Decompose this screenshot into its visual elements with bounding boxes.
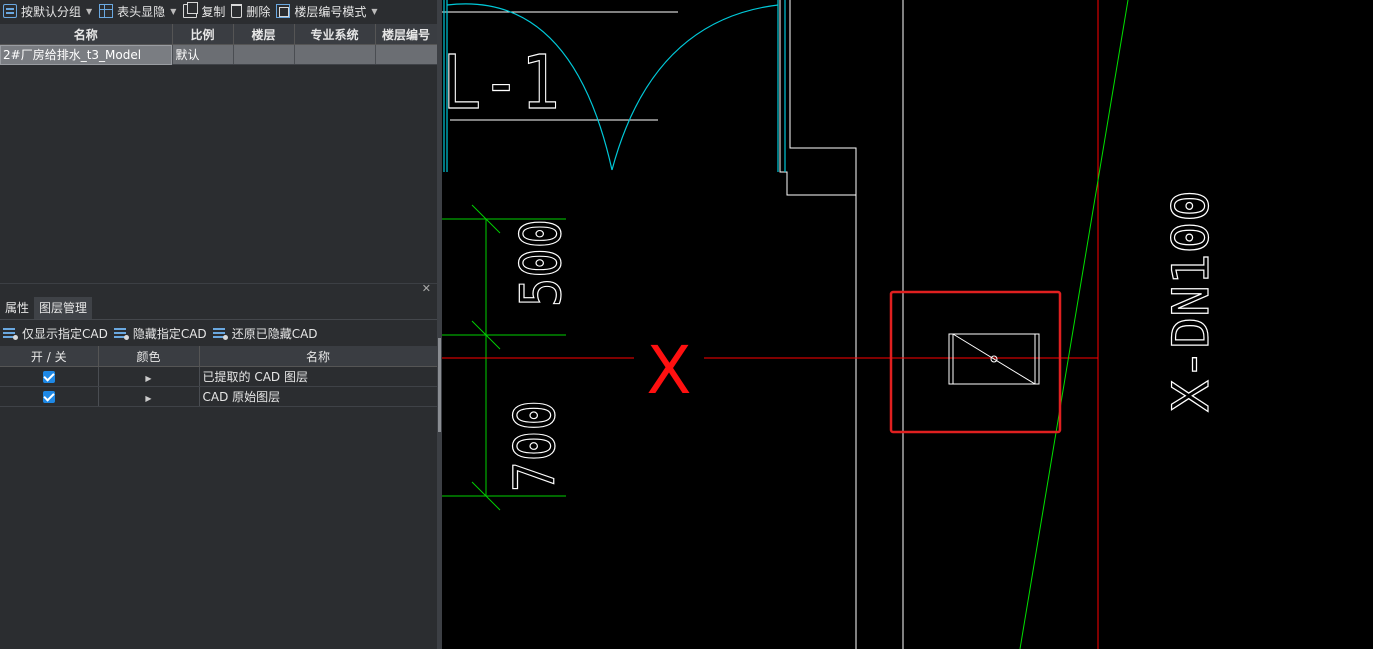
restore-cad-label: 还原已隐藏CAD (231, 326, 318, 341)
layer-visible-checkbox[interactable] (42, 391, 55, 403)
expand-arrow-icon[interactable]: ▶ (145, 374, 151, 383)
show-only-cad-button[interactable]: 仅显示指定CAD (0, 322, 111, 344)
expand-arrow-icon[interactable]: ▶ (145, 394, 151, 403)
layer-name-cell[interactable]: CAD 原始图层 (199, 386, 437, 407)
hide-cad-button[interactable]: 隐藏指定CAD (111, 322, 210, 344)
table-row[interactable]: ▶ 已提取的 CAD 图层 (0, 366, 437, 387)
cell-floor-number[interactable] (375, 44, 437, 65)
column-header-system[interactable]: 专业系统 (294, 24, 376, 45)
table-icon (99, 4, 114, 18)
cad-canvas[interactable]: L-1 500 700 X X-DN100 (442, 0, 1373, 649)
floor-mode-icon (276, 4, 291, 18)
copy-button[interactable]: 复制 (180, 0, 228, 22)
panel-divider[interactable]: ✕ (0, 282, 437, 296)
layer-table: 开 / 关 颜色 名称 ▶ 已提取的 CAD 图层 ▶ CAD 原始图层 (0, 346, 437, 407)
layer-visible-checkbox[interactable] (42, 371, 55, 383)
copy-icon (183, 2, 199, 18)
model-table-header: 名称 比例 楼层 专业系统 楼层编号 (0, 24, 437, 45)
pipe-label: X-DN100 (1162, 190, 1220, 412)
column-header-layer-name[interactable]: 名称 (199, 346, 437, 367)
column-header-toggle[interactable]: 开 / 关 (0, 346, 99, 367)
group-default-button[interactable]: 按默认分组 (0, 0, 84, 22)
table-row[interactable]: ▶ CAD 原始图层 (0, 386, 437, 407)
model-table: 名称 比例 楼层 专业系统 楼层编号 2#厂房给排水_t3_Model 默认 (0, 24, 437, 65)
panel-tab-bar: 属性 图层管理 (0, 297, 437, 320)
layer-color-cell: ▶ (98, 366, 200, 387)
hide-layer-icon (113, 326, 129, 340)
toggle-header-button[interactable]: 表头显隐 (96, 0, 168, 22)
x-marker: X (646, 332, 691, 409)
splitter-grip[interactable] (438, 338, 441, 432)
trash-icon (231, 4, 243, 18)
show-only-cad-label: 仅显示指定CAD (22, 326, 108, 341)
room-label: L-1 (442, 40, 560, 126)
dimension-700: 700 (503, 400, 568, 492)
layer-toolbar: 仅显示指定CAD 隐藏指定CAD 还原已隐藏CAD (0, 322, 321, 344)
floor-mode-dropdown-icon[interactable]: ▼ (371, 7, 377, 16)
column-header-color[interactable]: 颜色 (98, 346, 200, 367)
tab-layer-management[interactable]: 图层管理 (34, 297, 93, 319)
group-default-label: 按默认分组 (21, 4, 82, 19)
table-row[interactable]: 2#厂房给排水_t3_Model 默认 (0, 44, 437, 65)
column-header-floor-number[interactable]: 楼层编号 (375, 24, 437, 45)
floor-number-mode-label: 楼层编号模式 (294, 4, 367, 19)
copy-label: 复制 (201, 4, 226, 19)
cell-system[interactable] (294, 44, 376, 65)
tab-properties[interactable]: 属性 (0, 297, 34, 319)
layer-table-header: 开 / 关 颜色 名称 (0, 346, 437, 367)
layer-name-cell[interactable]: 已提取的 CAD 图层 (199, 366, 437, 387)
delete-label: 删除 (246, 4, 271, 19)
model-toolbar: 按默认分组 ▼ 表头显隐 ▼ 复制 删除 楼层编号模式 ▼ (0, 0, 437, 22)
cell-floor[interactable] (233, 44, 295, 65)
restore-cad-button[interactable]: 还原已隐藏CAD (210, 322, 321, 344)
canvas-background (442, 0, 1373, 649)
dimension-500: 500 (509, 219, 574, 307)
restore-layer-icon (212, 326, 228, 340)
floor-number-mode-button[interactable]: 楼层编号模式 (273, 0, 369, 22)
column-header-scale[interactable]: 比例 (172, 24, 234, 45)
close-icon[interactable]: ✕ (422, 282, 431, 295)
layer-toggle-cell (0, 366, 99, 387)
header-dropdown-icon[interactable]: ▼ (170, 7, 176, 16)
delete-button[interactable]: 删除 (228, 0, 273, 22)
hide-cad-label: 隐藏指定CAD (132, 326, 207, 341)
show-layer-icon (3, 326, 18, 340)
column-header-name[interactable]: 名称 (0, 24, 173, 45)
group-icon (3, 4, 17, 18)
column-header-floor[interactable]: 楼层 (233, 24, 295, 45)
cell-model-name[interactable]: 2#厂房给排水_t3_Model (0, 44, 173, 65)
toggle-header-label: 表头显隐 (117, 4, 166, 19)
cell-scale[interactable]: 默认 (172, 44, 234, 65)
left-panel: 按默认分组 ▼ 表头显隐 ▼ 复制 删除 楼层编号模式 ▼ 名称 比例 楼层 专… (0, 0, 437, 649)
layer-color-cell: ▶ (98, 386, 200, 407)
group-dropdown-icon[interactable]: ▼ (86, 7, 92, 16)
layer-toggle-cell (0, 386, 99, 407)
